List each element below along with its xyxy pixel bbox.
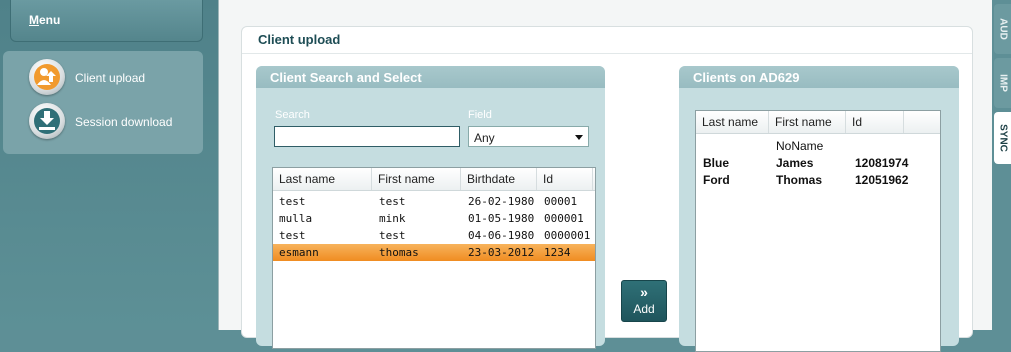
table-cell: esmann (279, 246, 319, 259)
table-cell: 26-02-1980 (468, 195, 535, 208)
column-header[interactable]: First name (769, 111, 846, 133)
tab-label: AUD (997, 18, 1008, 40)
table-cell: Ford (703, 173, 730, 187)
table-cell: 12081974 (855, 156, 909, 170)
table-cell: test (379, 229, 406, 242)
client-search-group: Client Search and Select Search Field An… (256, 66, 605, 349)
divider (242, 53, 972, 54)
menu-button-label: Menu (29, 13, 61, 27)
table-cell: test (279, 229, 306, 242)
tab-label: IMP (997, 74, 1008, 92)
table-cell: mink (379, 212, 406, 225)
tab-label: SYNC (997, 124, 1008, 152)
table-header: Last name First name Birthdate Id (273, 168, 595, 191)
field-select[interactable]: Any (468, 126, 589, 147)
add-button-label: Add (633, 302, 655, 316)
table-row[interactable]: test test 04-06-1980 0000001 (273, 227, 595, 244)
group-title: Clients on AD629 (679, 66, 959, 88)
chevron-down-icon (575, 135, 583, 140)
table-row[interactable]: NoName (696, 137, 940, 154)
table-row[interactable]: Ford Thomas 12051962 (696, 171, 940, 188)
table-cell: 0000001 (544, 229, 591, 242)
vertical-tab-bar: AUD IMP SYNC (992, 0, 1011, 330)
table-cell: 04-06-1980 (468, 229, 535, 242)
table-cell: 12051962 (855, 173, 909, 187)
table-cell: test (279, 195, 306, 208)
clients-table: Last name First name Id NoName Blue Jame… (695, 110, 941, 352)
tab-sync[interactable]: SYNC (994, 112, 1011, 164)
sidebar-item-session-download[interactable]: Session download (3, 101, 203, 143)
client-search-table: Last name First name Birthdate Id test t… (272, 167, 596, 349)
group-title: Client Search and Select (256, 66, 605, 88)
table-row[interactable]: test test 26-02-1980 00001 (273, 193, 595, 210)
field-select-value: Any (474, 131, 495, 145)
column-header[interactable]: First name (372, 168, 461, 190)
add-button[interactable]: » Add (621, 280, 667, 322)
double-chevron-right-icon: » (640, 284, 648, 300)
table-cell: test (379, 195, 406, 208)
search-input[interactable] (274, 126, 460, 147)
nav-panel: Client upload Session download (3, 51, 203, 154)
table-cell: thomas (379, 246, 419, 259)
sidebar-item-label: Session download (75, 115, 173, 129)
field-label: Field (468, 109, 492, 121)
sidebar-item-client-upload[interactable]: Client upload (3, 57, 203, 99)
clients-on-device-group: Clients on AD629 Last name First name Id… (679, 66, 959, 352)
table-cell: Blue (703, 156, 730, 170)
column-header[interactable]: Id (846, 111, 904, 133)
sidebar: Menu Client upload Session download (0, 0, 218, 330)
tab-aud[interactable]: AUD (994, 4, 1011, 54)
table-row[interactable]: mulla mink 01-05-1980 000001 (273, 210, 595, 227)
session-download-icon (29, 103, 65, 139)
column-header[interactable]: Birthdate (461, 168, 537, 190)
column-header[interactable]: Id (537, 168, 593, 190)
table-cell: James (776, 156, 814, 170)
table-cell: Thomas (776, 173, 823, 187)
column-header[interactable]: Last name (696, 111, 769, 133)
table-row-selected[interactable]: esmann thomas 23-03-2012 1234 (273, 244, 595, 261)
main-area: Client upload Client Search and Select S… (218, 0, 993, 352)
sidebar-item-label: Client upload (75, 71, 146, 85)
table-cell: 00001 (544, 195, 578, 208)
table-cell: 01-05-1980 (468, 212, 535, 225)
table-cell: NoName (776, 139, 824, 153)
search-label: Search (275, 109, 310, 121)
page-title: Client upload (258, 32, 341, 47)
column-header[interactable]: Last name (273, 168, 372, 190)
tab-imp[interactable]: IMP (994, 58, 1011, 108)
table-cell: mulla (279, 212, 313, 225)
table-header: Last name First name Id (696, 111, 940, 134)
table-row[interactable]: Blue James 12081974 (696, 154, 940, 171)
table-cell: 000001 (544, 212, 584, 225)
table-cell: 23-03-2012 (468, 246, 535, 259)
client-upload-icon (29, 59, 65, 95)
table-cell: 1234 (544, 246, 571, 259)
client-upload-card: Client upload Client Search and Select S… (241, 26, 973, 352)
menu-button[interactable]: Menu (10, 0, 203, 42)
